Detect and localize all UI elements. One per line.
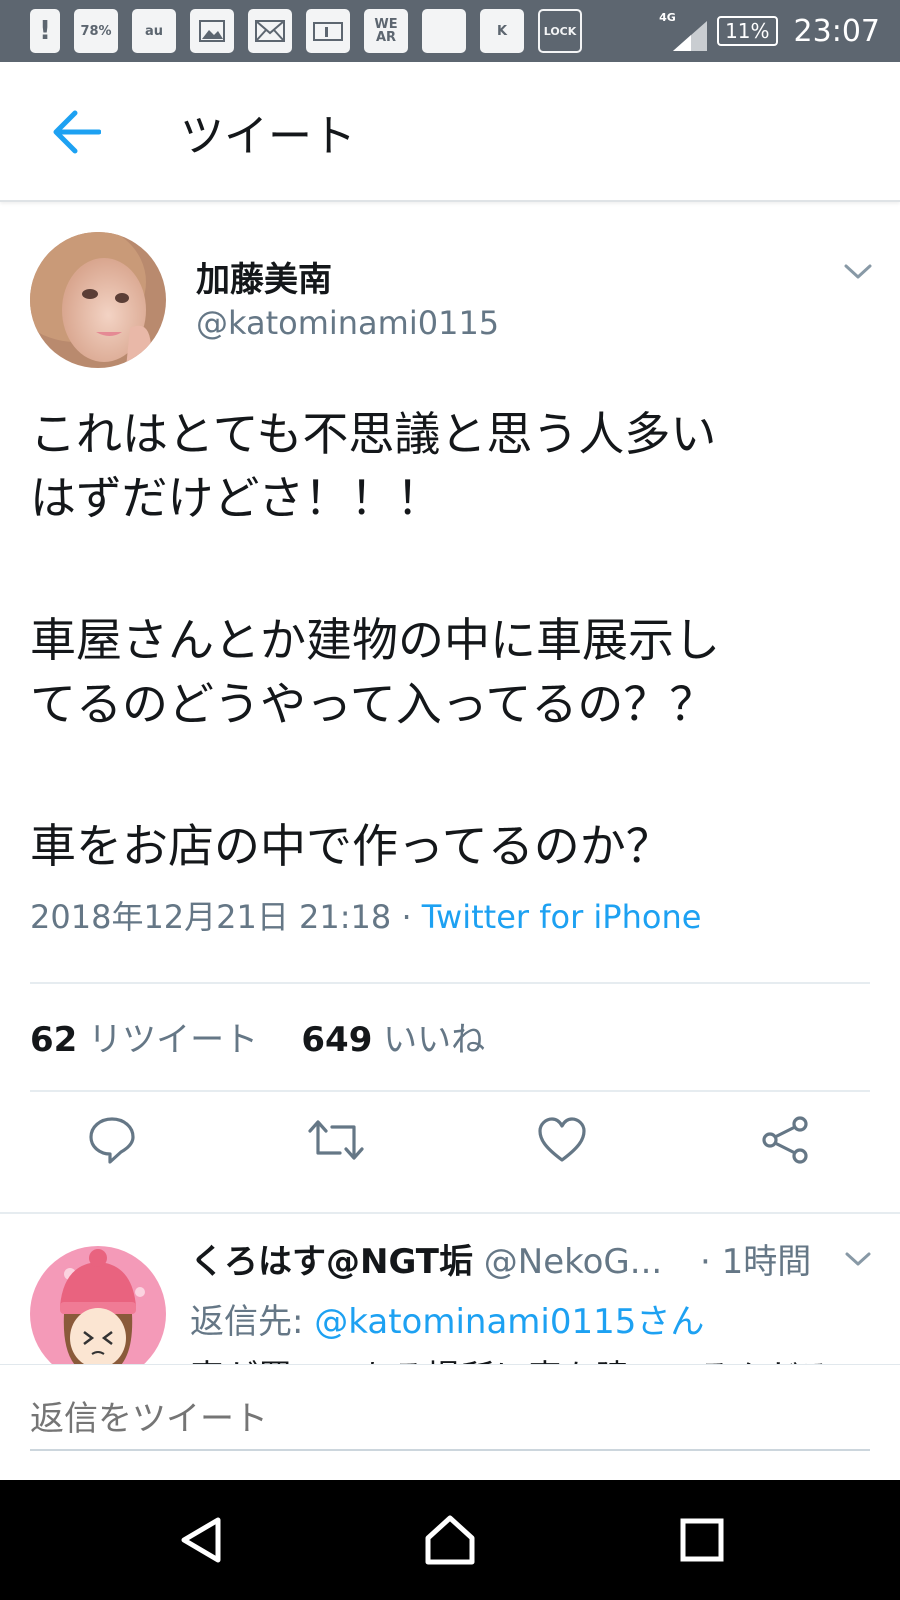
retweet-stat[interactable]: 62 リツイート — [30, 1020, 258, 1060]
tweet-text: これはとても不思議と思う人多い はずだけどさ！！！ 車屋さんとか建物の中に車展示… — [30, 402, 880, 878]
avatar[interactable] — [30, 232, 166, 368]
reply-menu-button[interactable] — [842, 1246, 874, 1272]
like-label: いいね — [383, 1020, 486, 1060]
chevron-down-icon — [845, 1252, 871, 1266]
tweet-text-line: てるのどうやって入ってるの？？ — [30, 677, 716, 731]
reply-icon — [89, 1117, 135, 1164]
chevron-down-icon — [844, 264, 872, 279]
tweet-source-link[interactable]: Twitter for iPhone — [422, 898, 702, 936]
reply-composer — [0, 1364, 900, 1480]
tweet-text-line: 車屋さんとか建物の中に車展示し — [30, 613, 720, 667]
tweet-meta: 2018年12月21日 21:18 · Twitter for iPhone — [30, 892, 701, 938]
retweet-label: リツイート — [88, 1020, 259, 1060]
status-bar: ! 78% au WE AR K LOCK 4G 11% 23:07 — [0, 0, 900, 62]
like-stat[interactable]: 649 いいね — [301, 1020, 485, 1060]
notification-icons: ! 78% au WE AR K LOCK — [0, 9, 582, 53]
reply-input[interactable] — [30, 1389, 870, 1451]
clock: 23:07 — [793, 13, 880, 49]
nav-back-button[interactable] — [166, 1504, 238, 1576]
retweet-count: 62 — [30, 1020, 78, 1060]
battery-icon: 11% — [717, 16, 778, 46]
home-icon — [425, 1515, 475, 1565]
retweet-button[interactable] — [300, 1104, 372, 1176]
blank-app-icon — [422, 9, 466, 53]
tweet-timestamp: 2018年12月21日 21:18 — [30, 898, 392, 936]
tweet-text-line: これはとても不思議と思う人多い — [30, 407, 717, 461]
tweet-text-line: はずだけどさ！！！ — [30, 471, 443, 525]
share-icon — [762, 1116, 808, 1164]
author-handle[interactable]: @katominami0115 — [196, 304, 499, 342]
back-button[interactable] — [44, 102, 108, 162]
share-button[interactable] — [750, 1104, 822, 1176]
reply-button[interactable] — [76, 1104, 148, 1176]
signal-icon: 4G — [659, 9, 708, 53]
divider — [30, 982, 870, 984]
app-header: ツイート — [0, 62, 900, 202]
gallery-icon — [190, 9, 234, 53]
square-recents-icon — [680, 1518, 724, 1562]
like-count: 649 — [301, 1020, 373, 1060]
info-card-icon — [306, 9, 350, 53]
au-mail-icon: au — [132, 9, 176, 53]
wear-icon: WE AR — [364, 9, 408, 53]
heart-icon — [538, 1117, 586, 1162]
meta-separator: · — [391, 898, 422, 936]
reply-to-mention[interactable]: @katominami0115さん — [314, 1302, 704, 1342]
lock-icon: LOCK — [538, 9, 582, 53]
divider — [30, 1090, 870, 1092]
reply-to-label: 返信先: — [190, 1302, 315, 1342]
nav-home-button[interactable] — [414, 1504, 486, 1576]
k-app-icon: K — [480, 9, 524, 53]
system-nav-bar — [0, 1480, 900, 1600]
reply-text: 車が置いてある場所に車を建ててるんだろ — [190, 1350, 832, 1364]
like-button[interactable] — [526, 1104, 598, 1176]
mail-icon — [248, 9, 292, 53]
retweet-icon — [308, 1120, 364, 1160]
battery-level: 11% — [725, 19, 770, 43]
reply-time: · 1時間 — [700, 1242, 812, 1282]
back-arrow-icon — [53, 110, 101, 154]
tweet-actions — [0, 1104, 900, 1184]
reply-tweet[interactable]: くろはす@NGT垢 @NekoG... · 1時間 返信先: @katomina… — [0, 1214, 900, 1364]
page-title: ツイート — [180, 111, 356, 162]
reply-author-name[interactable]: くろはす@NGT垢 — [190, 1242, 473, 1282]
tweet-text-line: 車をお店の中で作ってるのか？ — [30, 819, 672, 873]
reply-avatar[interactable] — [30, 1246, 166, 1364]
tweet-menu-button[interactable] — [840, 256, 876, 286]
reply-author-handle[interactable]: @NekoG... — [484, 1242, 662, 1282]
reply-to-line: 返信先: @katominami0115さん — [190, 1294, 704, 1343]
tweet-stats: 62 リツイート 649 いいね — [30, 1012, 485, 1061]
author-name[interactable]: 加藤美南 — [196, 252, 332, 301]
alert-icon: ! — [30, 9, 60, 53]
nav-recents-button[interactable] — [666, 1504, 738, 1576]
triangle-back-icon — [181, 1517, 221, 1563]
mobile-data-icon: 78% — [74, 9, 118, 53]
